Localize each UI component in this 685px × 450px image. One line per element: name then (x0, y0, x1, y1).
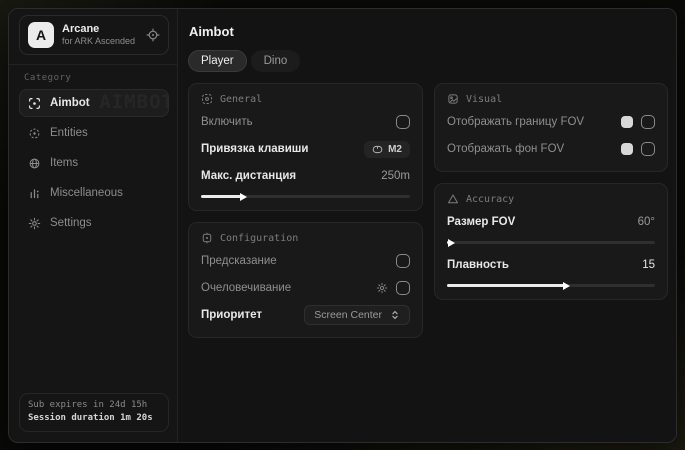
target-icon[interactable] (146, 28, 160, 42)
main-content: Aimbot Player Dino General Включить (178, 9, 677, 442)
visual-panel-icon (447, 93, 459, 105)
tab-bar: Player Dino (188, 50, 668, 72)
max-distance-label: Макс. дистанция (201, 170, 296, 182)
slider-thumb[interactable] (563, 282, 570, 290)
sidebar-item-aimbot[interactable]: Aimbot AIMBOT (19, 89, 169, 117)
crosshair-frame-icon (28, 97, 41, 110)
brand-card: A Arcane for ARK Ascended (19, 15, 169, 55)
visual-panel-title: Visual (466, 94, 502, 105)
configuration-panel-title: Configuration (220, 233, 298, 244)
fov-background-color-swatch[interactable] (621, 143, 633, 155)
fov-size-value: 60° (638, 216, 655, 228)
keybind-row: Привязка клавиши M2 (201, 139, 410, 159)
slider-thumb[interactable] (448, 239, 455, 247)
tab-player[interactable]: Player (188, 50, 247, 72)
unfold-icon (390, 310, 400, 320)
configuration-panel: Configuration Предсказание Очеловечивани… (188, 222, 423, 338)
page-title: Aimbot (189, 24, 668, 39)
sidebar-item-label: Entities (50, 127, 88, 139)
accuracy-panel-icon (447, 193, 459, 205)
fov-background-checkbox[interactable] (641, 142, 655, 156)
fov-border-label: Отображать границу FOV (447, 116, 584, 128)
priority-value: Screen Center (314, 309, 382, 321)
smoothness-row: Плавность 15 (447, 255, 655, 275)
fov-border-checkbox[interactable] (641, 115, 655, 129)
app-window: A Arcane for ARK Ascended Category Aimbo… (8, 8, 677, 443)
prediction-row: Предсказание (201, 251, 410, 271)
fov-background-row: Отображать фон FOV (447, 139, 655, 159)
max-distance-row: Макс. дистанция 250m (201, 166, 410, 186)
visual-panel: Visual Отображать границу FOV Отображать… (434, 83, 668, 172)
fov-background-label: Отображать фон FOV (447, 143, 564, 155)
fov-border-row: Отображать границу FOV (447, 112, 655, 132)
sidebar-item-entities[interactable]: Entities (19, 119, 169, 147)
humanize-checkbox[interactable] (396, 281, 410, 295)
sidebar-item-items[interactable]: Items (19, 149, 169, 177)
sub-expires-text: Sub expires in 24d 15h (28, 400, 160, 412)
sidebar-item-label: Settings (50, 217, 92, 229)
max-distance-slider[interactable] (201, 195, 410, 198)
general-panel: General Включить Привязка клавиши M2 (188, 83, 423, 211)
subscription-info-card: Sub expires in 24d 15h Session duration … (19, 393, 169, 432)
sidebar-nav: Aimbot AIMBOT Entities Items Miscellane (9, 89, 177, 237)
max-distance-value: 250m (381, 170, 410, 182)
app-name: Arcane (62, 23, 135, 37)
sidebar-item-label: Miscellaneous (50, 187, 123, 199)
gear-icon (28, 217, 41, 230)
priority-row: Приоритет Screen Center (201, 305, 410, 325)
sidebar-item-settings[interactable]: Settings (19, 209, 169, 237)
prediction-label: Предсказание (201, 255, 277, 267)
fov-size-row: Размер FOV 60° (447, 212, 655, 232)
slider-thumb[interactable] (240, 193, 247, 201)
fov-border-color-swatch[interactable] (621, 116, 633, 128)
sidebar-item-label: Aimbot (50, 97, 90, 109)
equalizer-bars-icon (28, 187, 41, 200)
accuracy-panel: Accuracy Размер FOV 60° Плавность 15 (434, 183, 668, 300)
keybind-label: Привязка клавиши (201, 143, 308, 155)
general-panel-title: General (220, 94, 262, 105)
aimbot-watermark: AIMBOT (99, 91, 169, 113)
humanize-settings-icon[interactable] (376, 282, 388, 294)
smoothness-slider[interactable] (447, 284, 655, 287)
smoothness-label: Плавность (447, 259, 509, 271)
mouse-icon (372, 144, 383, 155)
enable-label: Включить (201, 116, 253, 128)
tab-dino[interactable]: Dino (251, 50, 301, 72)
enable-row: Включить (201, 112, 410, 132)
smoothness-value: 15 (642, 259, 655, 271)
keybind-value: M2 (388, 144, 402, 155)
priority-dropdown[interactable]: Screen Center (304, 305, 410, 325)
accuracy-panel-title: Accuracy (466, 194, 514, 205)
app-logo: A (28, 22, 54, 48)
sidebar-divider (9, 64, 177, 65)
sphere-icon (28, 157, 41, 170)
app-subtitle: for ARK Ascended (62, 36, 135, 47)
priority-label: Приоритет (201, 309, 262, 321)
fov-size-slider[interactable] (447, 241, 655, 244)
sidebar-item-miscellaneous[interactable]: Miscellaneous (19, 179, 169, 207)
category-label: Category (24, 73, 177, 83)
sidebar-item-label: Items (50, 157, 78, 169)
general-panel-icon (201, 93, 213, 105)
humanize-label: Очеловечивание (201, 282, 291, 294)
keybind-button[interactable]: M2 (364, 141, 410, 158)
scan-circle-icon (28, 127, 41, 140)
sidebar: A Arcane for ARK Ascended Category Aimbo… (9, 9, 178, 442)
session-duration-text: Session duration 1m 20s (28, 413, 160, 425)
humanize-row: Очеловечивание (201, 278, 410, 298)
fov-size-label: Размер FOV (447, 216, 515, 228)
prediction-checkbox[interactable] (396, 254, 410, 268)
enable-checkbox[interactable] (396, 115, 410, 129)
configuration-panel-icon (201, 232, 213, 244)
